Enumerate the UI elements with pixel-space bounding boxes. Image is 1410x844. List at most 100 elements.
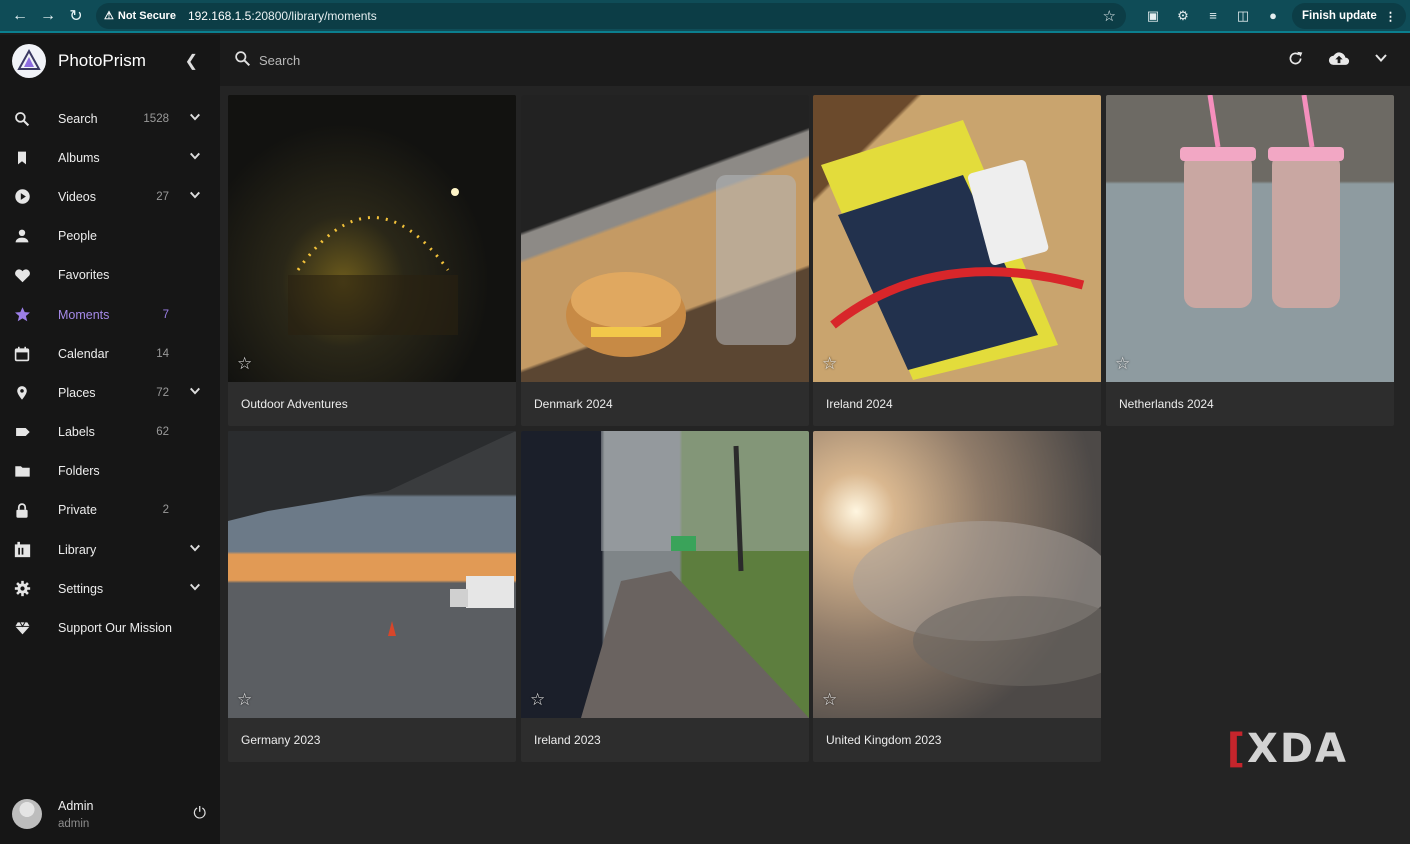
sidebar-item-videos[interactable]: Videos 27 <box>0 177 220 216</box>
sidebar-item-people[interactable]: People <box>0 217 220 256</box>
profile-avatar-icon[interactable]: ● <box>1264 7 1282 25</box>
moment-card[interactable]: ☆ United Kingdom 2023 <box>813 431 1101 762</box>
moment-thumbnail[interactable]: ☆ <box>1106 95 1394 382</box>
sidebar-item-library[interactable]: Library <box>0 530 220 569</box>
bookmark-star-icon[interactable]: ☆ <box>1103 7 1116 25</box>
chevron-down-icon[interactable] <box>189 189 201 204</box>
sidebar-item-label: Support Our Mission <box>58 621 172 636</box>
heart-icon <box>0 267 46 284</box>
brand: PhotoPrism ❮ <box>0 35 220 87</box>
map-pin-icon <box>0 384 46 401</box>
moment-card[interactable]: ☆ Ireland 2023 <box>521 431 809 762</box>
collapse-sidebar-icon[interactable]: ❮ <box>185 51 198 71</box>
moment-thumbnail[interactable]: ☆ <box>521 431 809 718</box>
sidebar-item-label: Library <box>58 542 97 557</box>
moment-thumbnail[interactable]: ☆ <box>813 431 1101 718</box>
moment-card[interactable]: ☆ Germany 2023 <box>228 431 516 762</box>
side-panel-icon[interactable]: ◫ <box>1234 7 1252 25</box>
reading-list-icon[interactable]: ≡ <box>1204 7 1222 25</box>
photoprism-logo[interactable] <box>12 44 46 78</box>
calendar-icon <box>0 346 46 362</box>
sidebar-item-count: 1528 <box>143 112 169 125</box>
sidebar-item-folders[interactable]: Folders <box>0 452 220 491</box>
search-input[interactable] <box>259 53 859 68</box>
sidebar-item-private[interactable]: Private 2 <box>0 491 220 530</box>
moment-thumbnail[interactable] <box>521 95 809 382</box>
address-bar[interactable]: ⚠ Not Secure 192.168.1.5:20800/library/m… <box>96 2 1126 29</box>
favorite-star-icon[interactable]: ☆ <box>237 690 252 710</box>
moment-title: Outdoor Adventures <box>241 397 348 411</box>
extension-shield-icon[interactable]: ▣ <box>1144 7 1162 25</box>
chevron-down-icon[interactable] <box>189 150 201 165</box>
chevron-down-icon[interactable] <box>189 385 201 400</box>
warning-icon: ⚠ <box>104 10 114 22</box>
label-icon <box>0 424 46 440</box>
url-text[interactable]: 192.168.1.5:20800/library/moments <box>188 9 377 23</box>
security-indicator[interactable]: ⚠ Not Secure <box>104 9 188 23</box>
upload-cloud-icon[interactable] <box>1328 50 1350 72</box>
bookmark-icon <box>0 150 46 166</box>
favorite-star-icon[interactable]: ☆ <box>1115 354 1130 374</box>
moment-title: Denmark 2024 <box>534 397 613 411</box>
moment-thumbnail[interactable]: ☆ <box>228 95 516 382</box>
user-name: Admin <box>58 798 94 813</box>
sidebar-item-search[interactable]: Search 1528 <box>0 99 220 138</box>
moment-thumbnail[interactable]: ☆ <box>228 431 516 718</box>
chevron-down-icon[interactable] <box>189 542 201 557</box>
moment-card[interactable]: Denmark 2024 <box>521 95 809 426</box>
favorite-star-icon[interactable]: ☆ <box>530 690 545 710</box>
search-icon <box>0 111 46 127</box>
more-vert-icon: ⋮ <box>1384 10 1397 23</box>
sidebar-item-calendar[interactable]: Calendar 14 <box>0 334 220 373</box>
favorite-star-icon[interactable]: ☆ <box>822 354 837 374</box>
sidebar-item-moments[interactable]: Moments 7 <box>0 295 220 334</box>
moment-title: Ireland 2024 <box>826 397 893 411</box>
forward-icon[interactable]: → <box>34 2 62 30</box>
sidebar-item-label: Videos <box>58 189 96 204</box>
sidebar-item-label: Folders <box>58 464 100 479</box>
library-icon <box>0 541 46 558</box>
sidebar-item-albums[interactable]: Albums <box>0 138 220 177</box>
app-name: PhotoPrism <box>58 51 146 70</box>
sidebar-item-count: 14 <box>156 347 169 360</box>
sidebar-item-label: Albums <box>58 150 100 165</box>
chevron-down-icon[interactable] <box>189 111 201 126</box>
reload-icon[interactable]: ↻ <box>62 2 90 30</box>
sidebar-item-support-our-mission[interactable]: Support Our Mission <box>0 608 220 647</box>
sidebar-item-count: 2 <box>162 504 169 517</box>
finish-update-button[interactable]: Finish update ⋮ <box>1292 2 1407 29</box>
back-icon[interactable]: ← <box>6 2 34 30</box>
avatar[interactable] <box>12 799 42 829</box>
moment-card[interactable]: ☆ Netherlands 2024 <box>1106 95 1394 426</box>
sidebar-item-places[interactable]: Places 72 <box>0 373 220 412</box>
play-circle-icon <box>0 188 46 205</box>
moment-thumbnail[interactable]: ☆ <box>813 95 1101 382</box>
favorite-star-icon[interactable]: ☆ <box>822 690 837 710</box>
sidebar-menu: Search 1528 Albums Videos 27 People Favorites M… <box>0 99 220 648</box>
moment-title: United Kingdom 2023 <box>826 733 942 747</box>
logout-power-icon[interactable]: ⏻ <box>193 805 206 823</box>
refresh-icon[interactable] <box>1287 50 1304 72</box>
lock-icon <box>0 502 46 519</box>
sidebar-item-settings[interactable]: Settings <box>0 569 220 608</box>
top-toolbar <box>220 35 1410 86</box>
xda-watermark: [XDA <box>1226 726 1348 772</box>
gear-icon <box>0 580 46 597</box>
chevron-down-icon[interactable] <box>1374 51 1388 70</box>
sidebar-item-favorites[interactable]: Favorites <box>0 256 220 295</box>
star-icon <box>0 306 46 323</box>
sidebar-item-count: 72 <box>156 386 169 399</box>
sidebar: PhotoPrism ❮ Search 1528 Albums Videos 27 Peo… <box>0 35 220 844</box>
sidebar-item-count: 7 <box>162 308 169 321</box>
moment-card[interactable]: ☆ Ireland 2024 <box>813 95 1101 426</box>
chevron-down-icon[interactable] <box>189 581 201 596</box>
moment-title: Netherlands 2024 <box>1119 397 1214 411</box>
sidebar-item-label: Private <box>58 503 97 518</box>
user-role: admin <box>58 817 90 830</box>
favorite-star-icon[interactable]: ☆ <box>237 354 252 374</box>
sidebar-item-labels[interactable]: Labels 62 <box>0 413 220 452</box>
sidebar-item-count: 62 <box>156 426 169 439</box>
extensions-puzzle-icon[interactable]: ⚙ <box>1174 7 1192 25</box>
moment-card[interactable]: ☆ Outdoor Adventures <box>228 95 516 426</box>
person-icon <box>0 228 46 244</box>
